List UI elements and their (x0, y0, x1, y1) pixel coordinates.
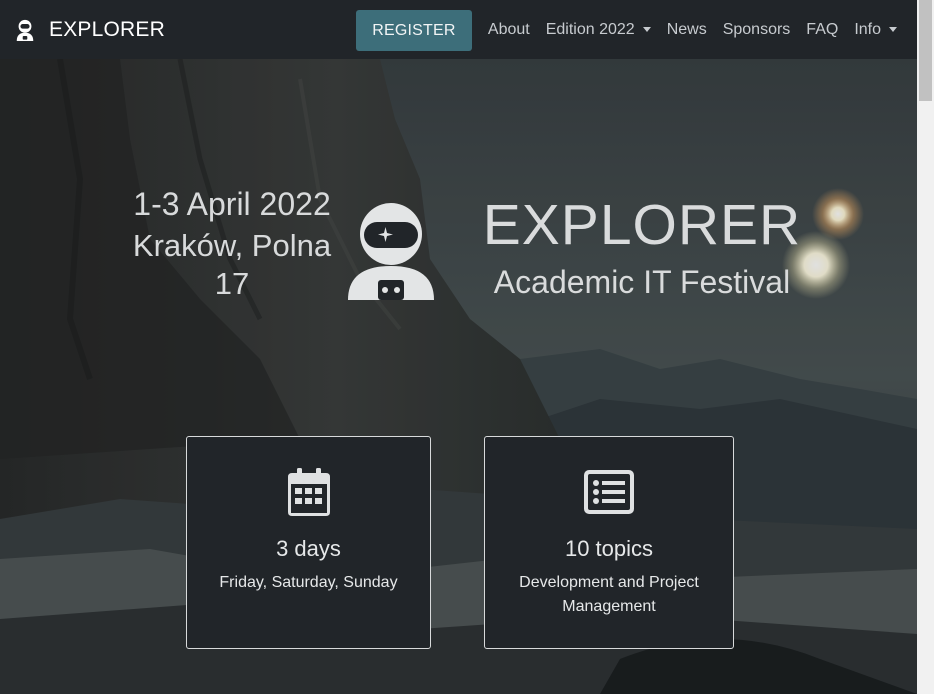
card-value: 10 topics (564, 536, 654, 561)
brand-link[interactable]: EXPLORER (14, 18, 165, 42)
top-navbar: EXPLORER REGISTER About Edition 2022 New… (0, 0, 917, 59)
scrollbar-thumb[interactable] (919, 0, 932, 101)
nav-link-news-label: News (666, 20, 707, 38)
card-description: Friday, Saturday, Sunday (219, 574, 398, 591)
nav-link-sponsors-label: Sponsors (722, 20, 791, 38)
nav-link-info-dropdown[interactable]: Info (846, 21, 905, 39)
nav-link-faq-label: FAQ (806, 20, 839, 38)
card-description: Development and Project Management (519, 574, 699, 615)
nav-link-news[interactable]: News (659, 21, 715, 39)
nav-link-faq[interactable]: FAQ (798, 21, 846, 39)
nav-link-edition-dropdown[interactable]: Edition 2022 (538, 21, 659, 39)
nav-link-about-label: About (487, 20, 530, 38)
nav-link-sponsors[interactable]: Sponsors (715, 21, 799, 39)
hero-background-image (0, 59, 917, 694)
nav-link-about[interactable]: About (480, 21, 538, 39)
page-scrollbar[interactable] (917, 0, 934, 694)
nav-link-edition-label: Edition 2022 (545, 20, 635, 38)
register-button[interactable]: REGISTER (355, 10, 472, 51)
event-subtitle: Academic IT Festival (493, 264, 791, 300)
nav-menu: REGISTER About Edition 2022 News Sponsor… (355, 0, 917, 59)
caret-down-icon (642, 27, 651, 32)
calendar-icon (287, 468, 330, 516)
brand-name: EXPLORER (49, 17, 165, 41)
event-dates: 1-3 April 2022 (133, 186, 331, 222)
nav-link-info-label: Info (854, 20, 881, 38)
hero-event-info: 1-3 April 2022 Kraków, Polna 17 (116, 183, 348, 303)
info-card-topics: 10 topics Development and Project Manage… (484, 436, 734, 649)
info-card-days: 3 days Friday, Saturday, Sunday (186, 436, 431, 649)
event-location: Kraków, Polna 17 (132, 228, 332, 301)
card-value: 3 days (276, 536, 341, 561)
astronaut-icon (16, 19, 34, 41)
caret-down-icon (889, 27, 897, 32)
list-icon (584, 470, 634, 514)
astronaut-icon (348, 203, 434, 300)
hero-section: 1-3 April 2022 Kraków, Polna 17 EXPLORER… (0, 59, 917, 694)
event-name: EXPLORER (482, 193, 802, 257)
hero-heading: EXPLORER Academic IT Festival (474, 193, 810, 300)
